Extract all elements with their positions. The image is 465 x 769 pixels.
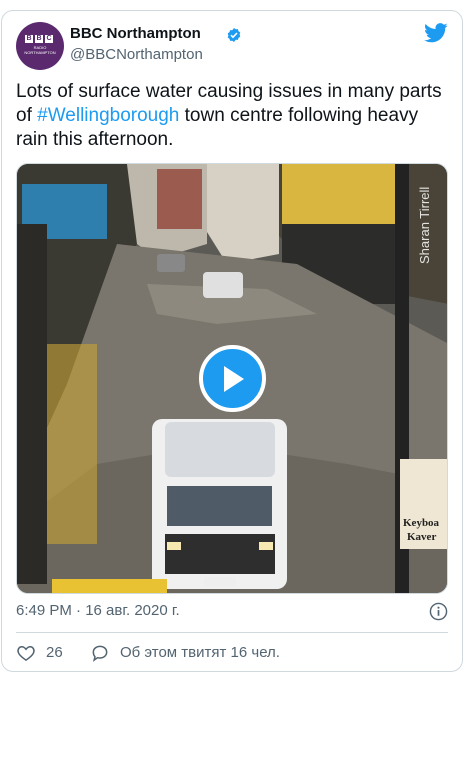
hashtag-link[interactable]: #Wellingborough <box>37 105 179 126</box>
play-button[interactable] <box>199 345 266 412</box>
logo-letter: B <box>35 35 43 43</box>
like-count[interactable]: 26 <box>46 644 63 661</box>
avatar[interactable]: B B C RADIO NORTHAMPTON <box>16 22 64 70</box>
shop-sign-line: Kaver <box>407 531 436 543</box>
logo-letter: B <box>25 35 33 43</box>
avatar-subtitle-line: NORTHAMPTON <box>24 50 56 55</box>
tweet-text: Lots of surface water causing issues in … <box>16 80 452 152</box>
account-handle[interactable]: @BBCNorthampton <box>70 46 203 63</box>
tweet-timestamp[interactable]: 6:49 PM · 16 авг. 2020 г. <box>16 602 180 619</box>
verified-badge-icon <box>227 28 241 42</box>
retweet-count-label[interactable]: Об этом твитят 16 чел. <box>120 644 280 661</box>
divider <box>16 632 448 633</box>
info-icon[interactable] <box>429 602 448 621</box>
play-icon <box>224 366 244 392</box>
bbc-logo: B B C <box>25 35 53 43</box>
comment-icon[interactable] <box>90 643 110 663</box>
video-watermark: Sharan Tirrell <box>417 187 432 264</box>
heart-icon[interactable] <box>16 643 36 663</box>
shop-sign-line: Keyboa <box>403 517 440 529</box>
twitter-bird-icon[interactable] <box>424 22 448 44</box>
account-name[interactable]: BBC Northampton <box>70 25 201 42</box>
logo-letter: C <box>45 35 53 43</box>
